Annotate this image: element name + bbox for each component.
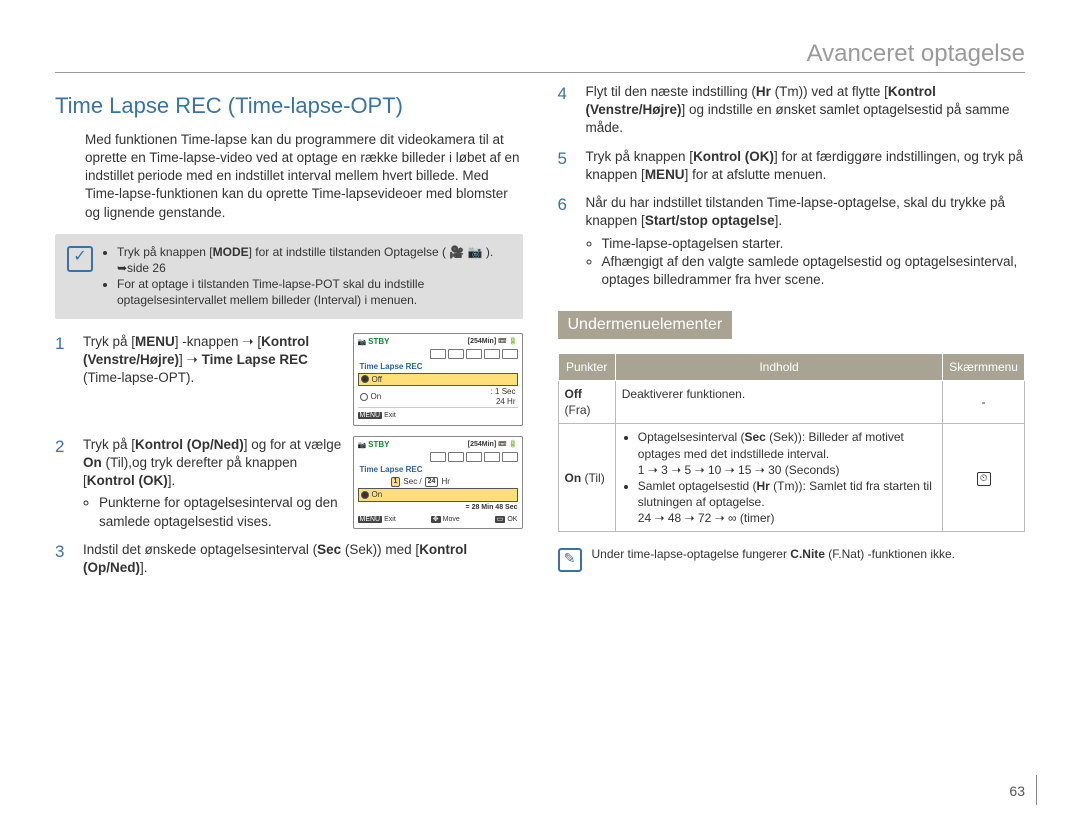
step-2: 2 Tryk på [Kontrol (Op/Ned)] og for at v… (55, 436, 523, 531)
right-column: 4 Flyt til den næste indstilling (Hr (Tm… (558, 83, 1026, 587)
step-number: 6 (558, 194, 576, 289)
steps-right: 4 Flyt til den næste indstilling (Hr (Tm… (558, 83, 1026, 289)
left-column: Time Lapse REC (Time-lapse-OPT) Med funk… (55, 83, 523, 587)
lcd1-title: Time Lapse REC (358, 361, 518, 373)
intro-paragraph: Med funktionen Time-lapse kan du program… (55, 131, 523, 222)
step-number: 5 (558, 148, 576, 184)
step-number: 2 (55, 436, 73, 531)
step-3: 3 Indstil det ønskede optagelsesinterval… (55, 541, 523, 577)
step-2-text: Tryk på [Kontrol (Op/Ned)] og for at væl… (83, 436, 343, 531)
page-columns: Time Lapse REC (Time-lapse-OPT) Med funk… (55, 83, 1025, 587)
header-divider (55, 72, 1025, 73)
lcd-screenshot-2: 📷 STBY [254Min] 📼 🔋 Time Lapse REC 1 Sec… (353, 436, 523, 530)
step-4-text: Flyt til den næste indstilling (Hr (Tm))… (586, 83, 1026, 138)
lcd2-on-row: On (358, 488, 518, 502)
steps-left: 1 Tryk på [MENU] -knappen ➝ [Kontrol (Ve… (55, 333, 523, 578)
note-content: Tryk på knappen [MODE] for at indstille … (103, 244, 511, 309)
lcd2-title: Time Lapse REC (358, 464, 518, 476)
step-number: 3 (55, 541, 73, 577)
note-bullet-1: Tryk på knappen [MODE] for at indstille … (117, 244, 511, 276)
check-icon: ✓ (67, 246, 93, 272)
submenu-table: Punkter Indhold Skærmmenu Off (Fra) Deak… (558, 353, 1026, 533)
step-3-text: Indstil det ønskede optagelsesinterval (… (83, 541, 523, 577)
timelapse-icon: ⏲ (977, 472, 991, 486)
th-content: Indhold (615, 353, 943, 380)
footnote: ✎ Under time-lapse-optagelse fungerer C.… (558, 546, 1026, 572)
step-1: 1 Tryk på [MENU] -knappen ➝ [Kontrol (Ve… (55, 333, 523, 426)
lcd-screenshot-1: 📷 STBY [254Min] 📼 🔋 Time Lapse REC Off O… (353, 333, 523, 426)
step-5-text: Tryk på knappen [Kontrol (OK)] for at fæ… (586, 148, 1026, 184)
step-1-text: Tryk på [MENU] -knappen ➝ [Kontrol (Vens… (83, 333, 343, 388)
note-box: ✓ Tryk på knappen [MODE] for at indstill… (55, 234, 523, 319)
lcd1-off-row: Off (358, 373, 518, 387)
step-number: 4 (558, 83, 576, 138)
lcd1-on-row: On : 1 Sec 24 Hr (358, 386, 518, 408)
table-on-bullet-2: Samlet optagelsestid (Hr (Tm)): Samlet t… (638, 478, 937, 527)
table-row-off: Off (Fra) Deaktiverer funktionen. - (558, 380, 1025, 423)
step-6-bullet-1: Time-lapse-optagelsen starter. (602, 235, 1026, 253)
feature-title: Time Lapse REC (Time-lapse-OPT) (55, 91, 523, 121)
table-row-on: On (Til) Optagelsesinterval (Sec (Sek)):… (558, 424, 1025, 532)
note-bullet-2: For at optage i tilstanden Time-lapse-PO… (117, 276, 511, 308)
footnote-text: Under time-lapse-optagelse fungerer C.Ni… (592, 546, 956, 562)
step-6-bullet-2: Afhængigt af den valgte samlede optagels… (602, 253, 1026, 289)
submenu-heading: Undermenuelementer (558, 311, 733, 339)
step-4: 4 Flyt til den næste indstilling (Hr (Tm… (558, 83, 1026, 138)
th-points: Punkter (558, 353, 615, 380)
step-6: 6 Når du har indstillet tilstanden Time-… (558, 194, 1026, 289)
step-6-text: Når du har indstillet tilstanden Time-la… (586, 194, 1026, 289)
page-number: 63 (1009, 783, 1025, 799)
step-2-bullet: Punkterne for optagelsesinterval og den … (99, 494, 343, 530)
th-screenmenu: Skærmmenu (943, 353, 1025, 380)
step-number: 1 (55, 333, 73, 426)
page-section-title: Avanceret optagelse (55, 40, 1025, 68)
table-on-bullet-1: Optagelsesinterval (Sec (Sek)): Billeder… (638, 429, 937, 478)
pencil-icon: ✎ (558, 548, 582, 572)
step-5: 5 Tryk på knappen [Kontrol (OK)] for at … (558, 148, 1026, 184)
